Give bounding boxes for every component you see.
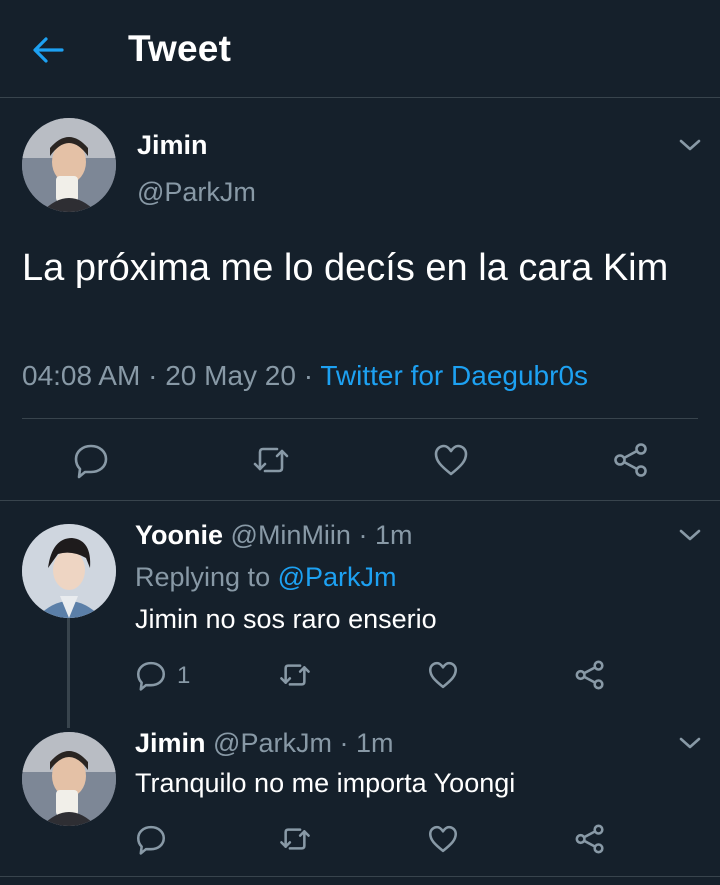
avatar[interactable] bbox=[22, 118, 116, 212]
tweet-text: La próxima me lo decís en la cara Kim bbox=[22, 247, 669, 289]
page-title: Tweet bbox=[128, 28, 232, 69]
author-handle[interactable]: @ParkJm bbox=[137, 177, 256, 208]
avatar[interactable] bbox=[22, 732, 116, 826]
retweet-icon[interactable] bbox=[278, 822, 312, 856]
avatar[interactable] bbox=[22, 524, 116, 618]
chevron-down-icon[interactable] bbox=[678, 137, 702, 153]
tweet-age: 1m bbox=[356, 728, 394, 758]
reply-icon[interactable] bbox=[134, 822, 168, 856]
reply-icon[interactable] bbox=[71, 440, 111, 480]
author-name[interactable]: Jimin bbox=[137, 130, 208, 161]
tweet-date: 20 May 20 bbox=[165, 360, 296, 391]
author-handle[interactable]: @ParkJm bbox=[213, 728, 332, 758]
reply-text: Jimin no sos raro enserio bbox=[135, 604, 437, 634]
meta-separator: · bbox=[358, 520, 368, 550]
back-arrow-icon[interactable] bbox=[30, 34, 66, 66]
reply-count: 1 bbox=[177, 662, 191, 689]
author-name[interactable]: Jimin bbox=[135, 728, 206, 758]
reply-header: Yoonie @MinMiin · 1m bbox=[135, 520, 413, 551]
heart-icon[interactable] bbox=[431, 440, 471, 480]
retweet-icon[interactable] bbox=[251, 440, 291, 480]
chevron-down-icon[interactable] bbox=[678, 527, 702, 543]
top-bar: Tweet bbox=[0, 0, 720, 98]
share-icon[interactable] bbox=[611, 440, 651, 480]
replying-to: Replying to @ParkJm bbox=[135, 562, 397, 593]
tweet-time: 04:08 AM bbox=[22, 360, 141, 391]
replying-handle-link[interactable]: @ParkJm bbox=[278, 562, 397, 592]
divider bbox=[0, 500, 720, 501]
meta-separator: · bbox=[339, 728, 349, 758]
divider bbox=[22, 418, 698, 419]
author-handle[interactable]: @MinMiin bbox=[231, 520, 351, 550]
chevron-down-icon[interactable] bbox=[678, 735, 702, 751]
reply-icon[interactable] bbox=[134, 658, 168, 692]
meta-separator: · bbox=[303, 360, 314, 391]
author-name[interactable]: Yoonie bbox=[135, 520, 223, 550]
retweet-icon[interactable] bbox=[278, 658, 312, 692]
tweet-source-link[interactable]: Twitter for Daegubr0s bbox=[320, 360, 588, 391]
heart-icon[interactable] bbox=[426, 822, 460, 856]
share-icon[interactable] bbox=[573, 658, 607, 692]
divider bbox=[0, 876, 720, 877]
replying-label: Replying to bbox=[135, 562, 271, 592]
heart-icon[interactable] bbox=[426, 658, 460, 692]
meta-separator: · bbox=[148, 360, 158, 391]
share-icon[interactable] bbox=[573, 822, 607, 856]
tweet-age: 1m bbox=[374, 520, 413, 550]
thread-connector bbox=[67, 616, 70, 728]
reply-header: Jimin @ParkJm · 1m bbox=[135, 728, 394, 759]
reply-text: Tranquilo no me importa Yoongi bbox=[135, 768, 516, 798]
tweet-meta: 04:08 AM · 20 May 20 · Twitter for Daegu… bbox=[22, 360, 588, 392]
